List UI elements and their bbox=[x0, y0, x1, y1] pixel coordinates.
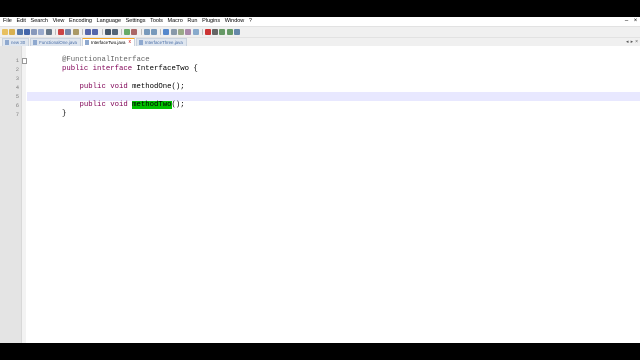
tab-close-icon[interactable]: x bbox=[128, 39, 131, 46]
file-icon bbox=[138, 40, 143, 45]
play-macro-icon[interactable] bbox=[219, 29, 226, 35]
save-all-icon[interactable] bbox=[23, 29, 30, 35]
paste-icon[interactable] bbox=[72, 29, 79, 35]
new-file-icon[interactable] bbox=[2, 29, 8, 35]
window-controls: – × bbox=[622, 17, 640, 26]
menu-encoding[interactable]: Encoding bbox=[69, 17, 92, 26]
zoom-in-icon[interactable] bbox=[124, 29, 131, 35]
line-number: 3 bbox=[15, 75, 19, 82]
save-icon[interactable] bbox=[16, 29, 23, 35]
function-list-icon[interactable] bbox=[192, 29, 199, 35]
menu-search[interactable]: Search bbox=[31, 17, 48, 26]
close-file-icon[interactable] bbox=[31, 29, 38, 35]
word-wrap-icon[interactable] bbox=[163, 29, 170, 35]
file-icon bbox=[85, 40, 90, 45]
menu-window[interactable]: Window bbox=[225, 17, 245, 26]
fold-toggle-icon[interactable] bbox=[22, 58, 27, 64]
cut-icon[interactable] bbox=[58, 29, 65, 35]
notepad-window: File Edit Search View Encoding Language … bbox=[0, 17, 640, 343]
code-line[interactable]: 1 @FunctionalInterface bbox=[16, 47, 640, 64]
line-number: 5 bbox=[15, 93, 19, 100]
record-macro-icon[interactable] bbox=[204, 29, 211, 35]
open-file-icon[interactable] bbox=[9, 29, 16, 35]
minimize-button[interactable]: – bbox=[622, 17, 631, 26]
menu-edit[interactable]: Edit bbox=[16, 17, 25, 26]
editor-area[interactable]: 1 @FunctionalInterface 2 public interface … bbox=[0, 46, 640, 343]
menu-language[interactable]: Language bbox=[97, 17, 121, 26]
print-icon[interactable] bbox=[45, 29, 52, 35]
undo-icon[interactable] bbox=[84, 29, 91, 35]
toolbar-separator bbox=[121, 29, 123, 35]
tab-scroll-left-icon[interactable]: ◂ bbox=[626, 39, 629, 45]
fold-margin[interactable] bbox=[21, 46, 26, 343]
tab-interface-three[interactable]: InterfaceThree.java bbox=[135, 38, 187, 46]
tab-label: new 30 bbox=[11, 40, 26, 45]
find-icon[interactable] bbox=[104, 29, 111, 35]
redo-icon[interactable] bbox=[92, 29, 99, 35]
code-view[interactable]: 1 @FunctionalInterface 2 public interface … bbox=[16, 47, 640, 118]
indent-guide-icon[interactable] bbox=[177, 29, 184, 35]
menu-file[interactable]: File bbox=[3, 17, 12, 26]
menu-tools[interactable]: Tools bbox=[150, 17, 163, 26]
menu-macro[interactable]: Macro bbox=[168, 17, 183, 26]
current-code-line[interactable]: 6 public void methodTwo(); bbox=[16, 92, 640, 109]
tab-scroll-right-icon[interactable]: ▸ bbox=[631, 39, 634, 45]
code-line[interactable]: 5 bbox=[16, 83, 640, 100]
menu-settings[interactable]: Settings bbox=[126, 17, 146, 26]
toolbar-separator bbox=[140, 29, 142, 35]
line-number: 4 bbox=[15, 84, 19, 91]
line-number: 7 bbox=[15, 111, 19, 118]
sync-horizontal-icon[interactable] bbox=[151, 29, 158, 35]
code-line[interactable]: 2 public interface InterfaceTwo { bbox=[16, 56, 640, 73]
close-button[interactable]: × bbox=[631, 17, 640, 26]
code-text: } bbox=[62, 110, 67, 118]
toolbar-separator bbox=[55, 29, 57, 35]
code-line[interactable]: 7} bbox=[16, 101, 640, 118]
toolbar-separator bbox=[81, 29, 83, 35]
tab-label: InterfaceTwo.java bbox=[91, 40, 126, 45]
tab-bar: new 30 FunctionalOne.java InterfaceTwo.j… bbox=[0, 38, 640, 46]
code-line[interactable]: 4 public void methodOne(); bbox=[16, 74, 640, 91]
tab-interface-two[interactable]: InterfaceTwo.java x bbox=[82, 38, 135, 46]
stop-macro-icon[interactable] bbox=[212, 29, 219, 35]
bottom-bar bbox=[0, 343, 640, 360]
line-number: 2 bbox=[15, 66, 19, 73]
run-macro-multiple-icon[interactable] bbox=[226, 29, 233, 35]
tab-label: FunctionalOne.java bbox=[39, 40, 78, 45]
code-line[interactable]: 3 bbox=[16, 65, 640, 82]
menu-view[interactable]: View bbox=[53, 17, 65, 26]
menu-run[interactable]: Run bbox=[187, 17, 197, 26]
save-macro-icon[interactable] bbox=[234, 29, 241, 35]
tab-close-all-icon[interactable]: × bbox=[635, 39, 638, 45]
tab-functional-one[interactable]: FunctionalOne.java bbox=[30, 38, 82, 46]
tab-label: InterfaceThree.java bbox=[144, 40, 183, 45]
toolbar-separator bbox=[101, 29, 103, 35]
toolbar-separator bbox=[160, 29, 162, 35]
toolbar bbox=[0, 26, 640, 38]
line-number: 6 bbox=[15, 102, 19, 109]
menu-help[interactable]: ? bbox=[249, 17, 252, 26]
replace-icon[interactable] bbox=[111, 29, 118, 35]
file-icon bbox=[5, 40, 9, 45]
tab-new-30[interactable]: new 30 bbox=[2, 38, 30, 46]
toolbar-separator bbox=[201, 29, 203, 35]
doc-map-icon[interactable] bbox=[185, 29, 192, 35]
copy-icon[interactable] bbox=[65, 29, 72, 35]
menu-bar: File Edit Search View Encoding Language … bbox=[0, 17, 640, 26]
tab-scroll-controls: ◂ ▸ × bbox=[624, 39, 638, 45]
show-all-chars-icon[interactable] bbox=[170, 29, 177, 35]
zoom-out-icon[interactable] bbox=[131, 29, 138, 35]
close-all-icon[interactable] bbox=[38, 29, 45, 35]
menu-plugins[interactable]: Plugins bbox=[202, 17, 220, 26]
sync-vertical-icon[interactable] bbox=[143, 29, 150, 35]
line-number: 1 bbox=[15, 57, 19, 64]
file-icon bbox=[33, 40, 38, 45]
